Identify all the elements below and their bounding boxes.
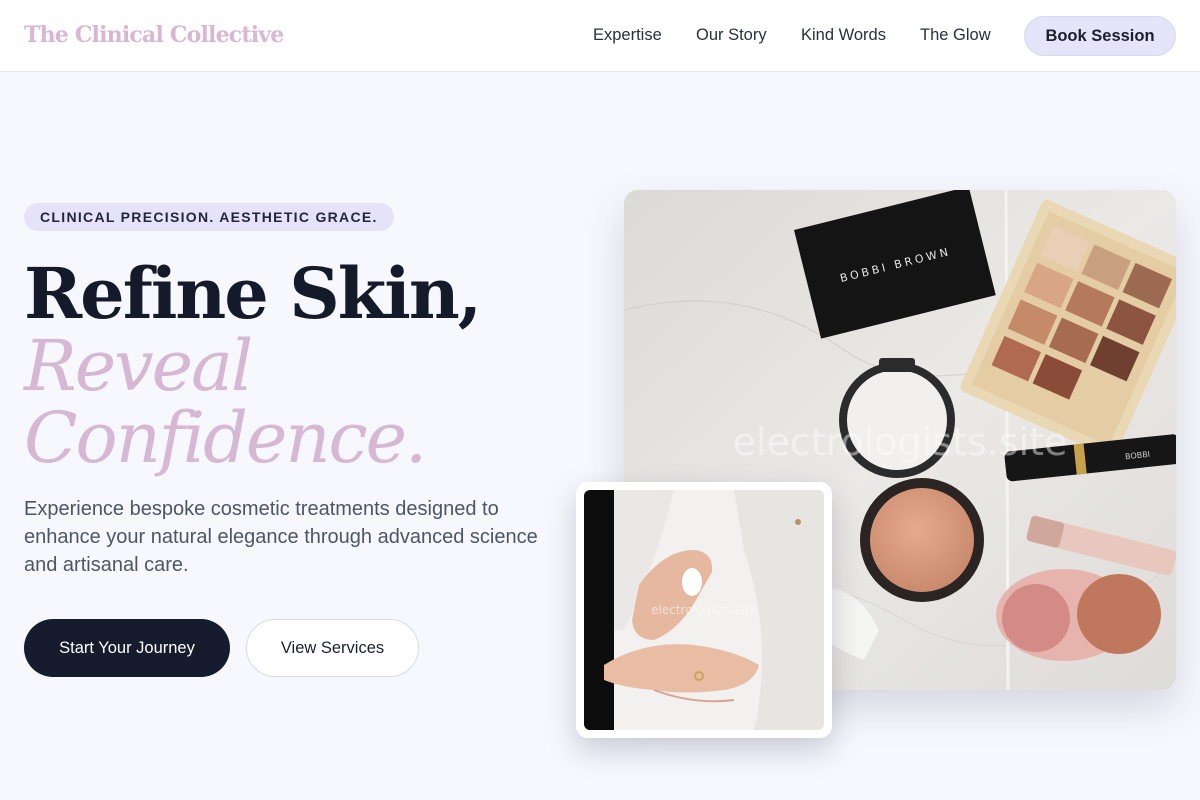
start-journey-button[interactable]: Start Your Journey (24, 619, 230, 677)
hero-headline-line3: Confidence. (24, 397, 427, 479)
hero-headline-line1: Refine Skin, (24, 252, 482, 335)
book-session-button[interactable]: Book Session (1024, 16, 1176, 56)
view-services-button[interactable]: View Services (246, 619, 419, 677)
hero-inset-card: electrologists.site (576, 482, 832, 738)
hero-inset-image: electrologists.site (584, 490, 824, 730)
image-watermark: electrologists.site (733, 420, 1068, 464)
hands-cream-illustration: electrologists.site (584, 490, 824, 730)
hero-subcopy: Experience bespoke cosmetic treatments d… (24, 498, 538, 576)
site-logo[interactable]: The Clinical Collective (24, 22, 284, 48)
hero-tagline-badge: CLINICAL PRECISION. AESTHETIC GRACE. (24, 203, 394, 231)
inset-watermark: electrologists.site (651, 603, 757, 617)
nav-link-the-glow[interactable]: The Glow (920, 26, 991, 45)
nav-link-expertise[interactable]: Expertise (593, 26, 662, 45)
hero-headline-line2: Reveal (24, 325, 253, 407)
nav-link-our-story[interactable]: Our Story (696, 26, 767, 45)
nav-link-kind-words[interactable]: Kind Words (801, 26, 886, 45)
site-header: The Clinical Collective Expertise Our St… (0, 0, 1200, 72)
